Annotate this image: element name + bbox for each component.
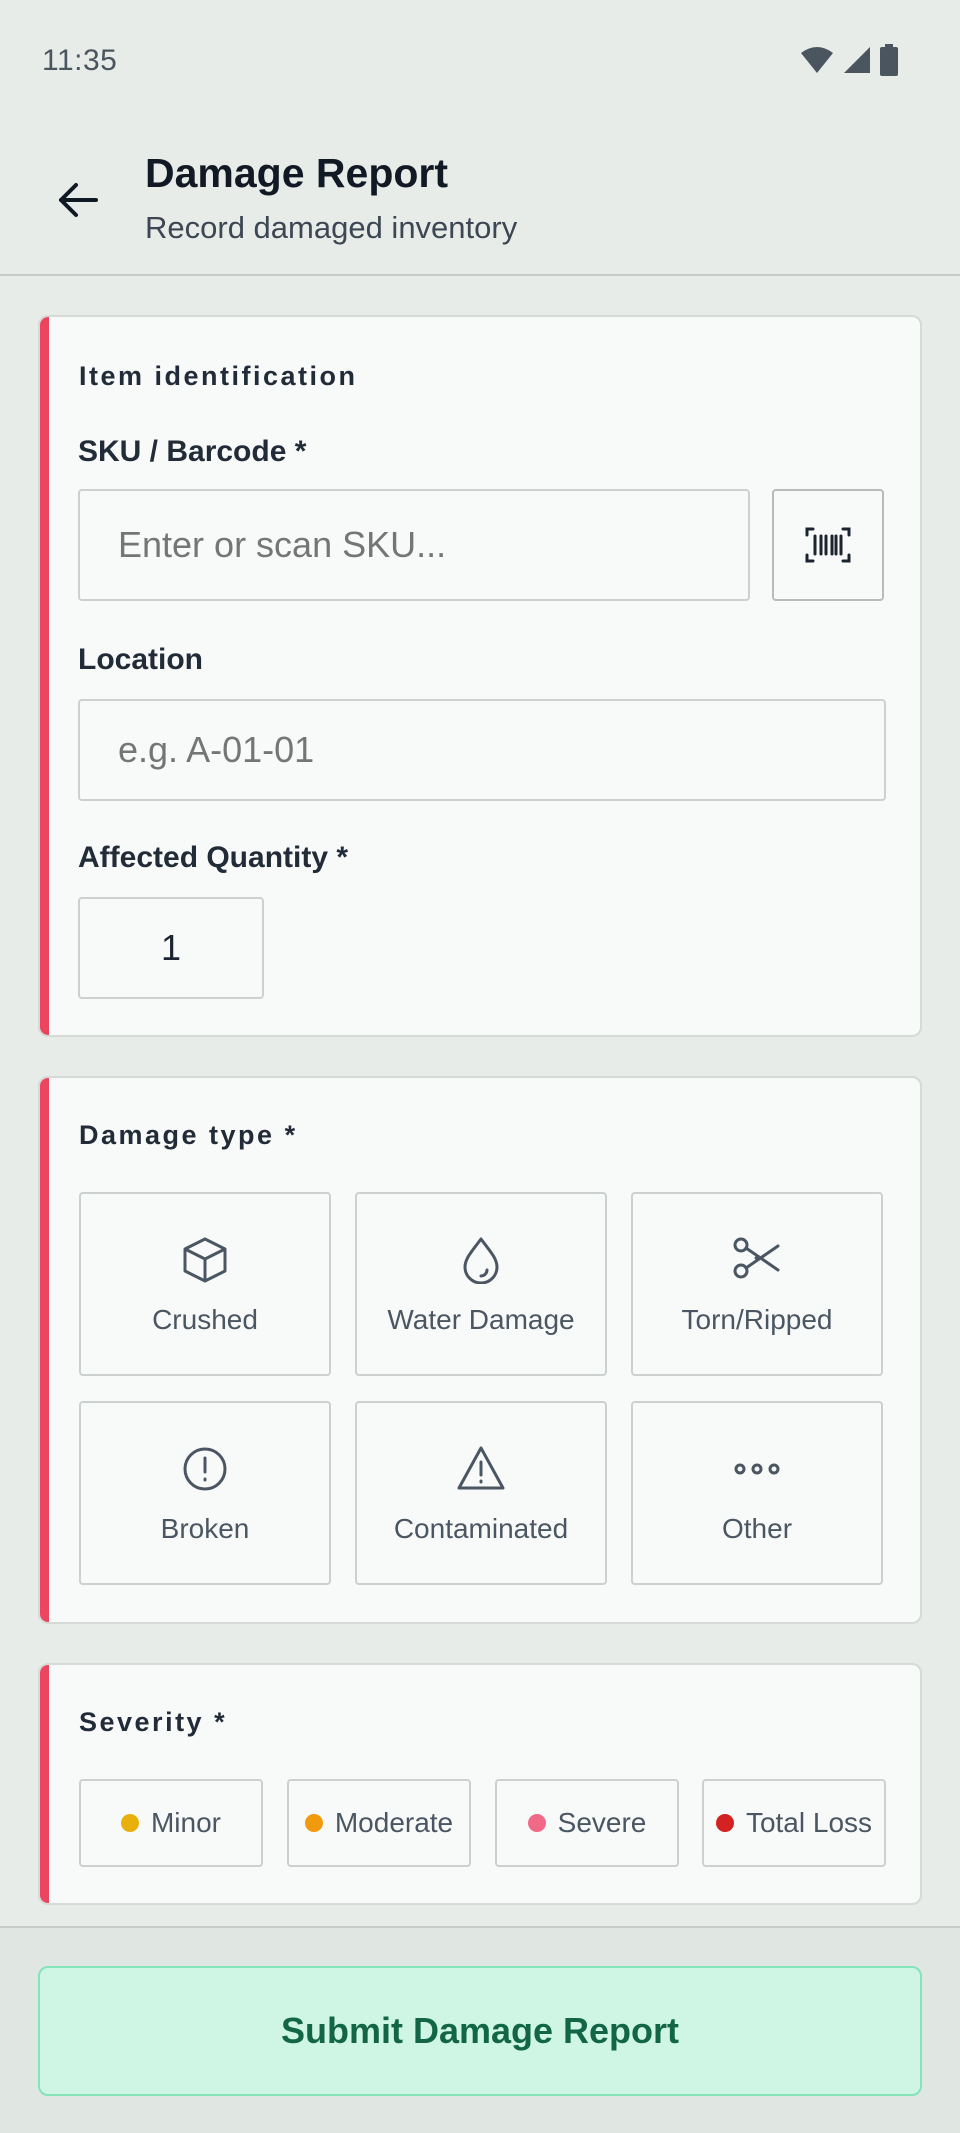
page-title: Damage Report [145,150,449,196]
severity-card: Severity * Minor Moderate Severe Total L… [38,1663,922,1905]
severity-moderate[interactable]: Moderate [287,1779,471,1867]
arrow-left-icon [59,183,98,217]
damage-type-label: Other [721,1513,793,1544]
alert-circle-icon [183,1447,227,1491]
damage-type-water-damage[interactable]: Water Damage [355,1192,607,1376]
quantity-label: Affected Quantity * [78,841,349,874]
status-icons [800,44,898,81]
damage-type-label: Torn/Ripped [681,1304,833,1335]
page-subtitle: Record damaged inventory [145,210,518,245]
damage-type-label: Broken [160,1513,250,1544]
sku-label: SKU / Barcode * [78,435,307,468]
bottom-action-bar: Submit Damage Report [0,1926,960,2133]
severity-dot [120,1814,139,1832]
damage-type-label: Water Damage [387,1304,575,1335]
section-title: Damage type * [79,1120,298,1150]
damage-type-label: Contaminated [393,1513,569,1544]
severity-dot [715,1814,734,1832]
severity-dot [304,1814,323,1832]
section-title: Severity * [79,1707,228,1737]
damage-type-broken[interactable]: Broken [79,1401,331,1585]
status-time: 11:35 [42,44,118,77]
severity-label: Moderate [334,1807,454,1838]
damage-type-card: Damage type * Crushed Water Damage Torn/… [38,1076,922,1624]
damage-type-crushed[interactable]: Crushed [79,1192,331,1376]
wifi-icon [800,45,834,80]
item-identification-card: Item identification SKU / Barcode * Loca… [38,315,922,1037]
severity-label: Total Loss [745,1807,873,1838]
section-title: Item identification [79,361,358,391]
barcode-icon [805,527,851,563]
box-icon [183,1237,227,1283]
severity-dot [527,1814,546,1832]
severity-total-loss[interactable]: Total Loss [702,1779,886,1867]
warning-triangle-icon [457,1446,505,1490]
signal-icon [842,45,872,80]
scan-barcode-button[interactable] [772,489,884,601]
severity-label: Severe [557,1807,647,1838]
damage-type-contaminated[interactable]: Contaminated [355,1401,607,1585]
back-button[interactable] [50,172,106,228]
sku-input[interactable] [78,489,750,601]
more-horizontal-icon [734,1463,780,1475]
location-label: Location [78,643,203,676]
location-input[interactable] [78,699,886,801]
damage-type-label: Crushed [152,1304,258,1335]
damage-type-torn-ripped[interactable]: Torn/Ripped [631,1192,883,1376]
status-bar: 11:35 [0,0,960,120]
severity-minor[interactable]: Minor [79,1779,263,1867]
app-bar: Damage Report Record damaged inventory [0,120,960,276]
quantity-input[interactable]: 1 [78,897,264,999]
severity-severe[interactable]: Severe [495,1779,679,1867]
submit-damage-report-button[interactable]: Submit Damage Report [38,1966,922,2096]
damage-type-other[interactable]: Other [631,1401,883,1585]
scissors-icon [733,1237,780,1279]
severity-label: Minor [150,1807,221,1838]
droplet-icon [463,1237,499,1284]
battery-icon [880,44,898,81]
